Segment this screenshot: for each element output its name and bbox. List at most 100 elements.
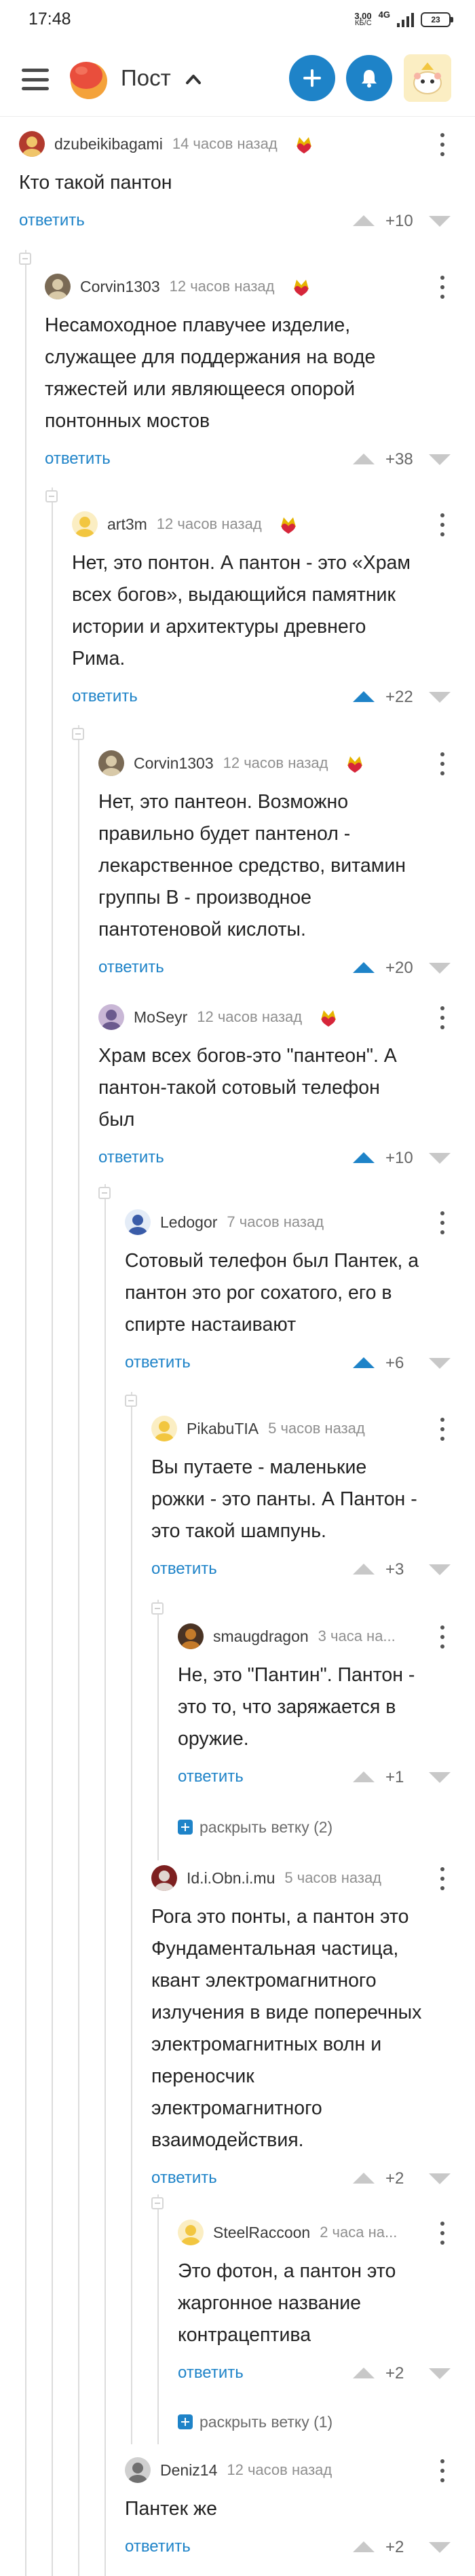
comment-author[interactable]: PikabuTIA (187, 1420, 259, 1438)
downvote-icon[interactable] (428, 2541, 452, 2554)
menu-icon[interactable] (22, 69, 49, 90)
comment-footer: ответить +1 (178, 1763, 453, 1790)
comment-author[interactable]: Corvin1303 (134, 754, 214, 773)
upvote-icon[interactable] (352, 1562, 376, 1576)
comment-author[interactable]: Corvin1303 (80, 278, 160, 296)
more-options-icon[interactable] (440, 2459, 445, 2482)
collapse-thread-button[interactable] (151, 2197, 164, 2209)
more-options-icon[interactable] (440, 1006, 445, 1029)
comment-rating: +10 (385, 212, 413, 230)
reply-link[interactable]: ответить (45, 449, 111, 468)
notifications-button[interactable] (346, 55, 392, 101)
comment-time: 12 часов назад (197, 1008, 303, 1025)
avatar[interactable] (72, 511, 98, 537)
downvote-icon[interactable] (428, 1152, 452, 1165)
comment-text: Нет, это пантеон. Возможно правильно буд… (98, 791, 406, 940)
avatar[interactable] (125, 2457, 151, 2483)
add-post-button[interactable] (289, 55, 335, 101)
collapse-thread-button[interactable] (45, 490, 58, 502)
more-options-icon[interactable] (440, 1625, 445, 1649)
upvote-icon[interactable] (352, 1356, 376, 1369)
downvote-icon[interactable] (428, 2367, 452, 2380)
comment-author[interactable]: dzubeikibagami (54, 135, 163, 153)
more-options-icon[interactable] (440, 752, 445, 775)
comment-author[interactable]: Ledogor (160, 1213, 217, 1232)
avatar[interactable] (98, 1004, 124, 1030)
downvote-icon[interactable] (428, 215, 452, 228)
downvote-icon[interactable] (428, 1563, 452, 1577)
expand-thread-link[interactable]: раскрыть ветку (2) (178, 1817, 332, 1837)
avatar[interactable] (45, 274, 71, 299)
upvote-icon[interactable] (352, 452, 376, 466)
comment-author[interactable]: smaugdragon (213, 1627, 309, 1646)
comment-rating: +3 (385, 1560, 404, 1579)
more-options-icon[interactable] (440, 276, 445, 299)
page-title[interactable]: Пост (121, 65, 171, 91)
app-header: Пост (0, 42, 475, 117)
reply-link[interactable]: ответить (125, 1353, 191, 1372)
status-bar: 17:48 3,00 КБ/С 4G 23 (0, 0, 475, 42)
upvote-icon[interactable] (352, 2171, 376, 2185)
collapse-thread-button[interactable] (19, 253, 31, 265)
reply-link[interactable]: ответить (151, 2169, 217, 2188)
collapse-thread-button[interactable] (98, 1187, 111, 1199)
vote-controls: +10 (352, 1144, 453, 1171)
vote-controls: +3 (352, 1556, 453, 1583)
upvote-icon[interactable] (352, 2540, 376, 2554)
chevron-up-icon[interactable] (185, 71, 202, 86)
award-badge-icon (293, 280, 309, 296)
downvote-icon[interactable] (428, 453, 452, 466)
comment-author[interactable]: Deniz14 (160, 2461, 217, 2480)
more-options-icon[interactable] (440, 1418, 445, 1441)
reply-link[interactable]: ответить (98, 958, 164, 977)
reply-link[interactable]: ответить (72, 687, 138, 706)
more-options-icon[interactable] (440, 513, 445, 536)
upvote-icon[interactable] (352, 214, 376, 227)
avatar[interactable] (178, 1623, 204, 1649)
avatar[interactable] (125, 1209, 151, 1235)
avatar[interactable] (98, 750, 124, 776)
reply-link[interactable]: ответить (98, 1148, 164, 1167)
upvote-icon[interactable] (352, 1770, 376, 1784)
upvote-icon[interactable] (352, 1151, 376, 1164)
upvote-icon[interactable] (352, 961, 376, 974)
comment-footer: ответить +2 (151, 2165, 453, 2192)
more-options-icon[interactable] (440, 133, 445, 156)
comment-rating: +22 (385, 688, 413, 706)
collapse-thread-button[interactable] (151, 1602, 164, 1615)
more-options-icon[interactable] (440, 1211, 445, 1234)
thread-line (131, 1392, 132, 2444)
downvote-icon[interactable] (428, 2172, 452, 2186)
comment-author[interactable]: art3m (107, 515, 147, 534)
collapse-thread-button[interactable] (72, 728, 84, 740)
downvote-icon[interactable] (428, 691, 452, 704)
logo-icon[interactable] (68, 58, 110, 100)
upvote-icon[interactable] (352, 690, 376, 703)
reply-link[interactable]: ответить (178, 1767, 244, 1786)
comment-rating: +2 (385, 2538, 404, 2556)
comment-author[interactable]: Id.i.Obn.i.mu (187, 1869, 275, 1888)
avatar[interactable] (151, 1416, 177, 1441)
avatar[interactable] (178, 2220, 204, 2245)
downvote-icon[interactable] (428, 1771, 452, 1784)
comment-header: SteelRaccoon 2 часа на... (178, 2219, 397, 2246)
downvote-icon[interactable] (428, 961, 452, 975)
award-badge-icon (347, 756, 362, 773)
award-badge-icon (280, 517, 296, 534)
downvote-icon[interactable] (428, 1357, 452, 1370)
user-avatar[interactable] (404, 54, 451, 102)
more-options-icon[interactable] (440, 1867, 445, 1890)
avatar[interactable] (151, 1865, 177, 1891)
reply-link[interactable]: ответить (125, 2537, 191, 2556)
reply-link[interactable]: ответить (178, 2363, 244, 2382)
avatar[interactable] (19, 131, 45, 157)
reply-link[interactable]: ответить (19, 211, 85, 230)
expand-thread-link[interactable]: раскрыть ветку (1) (178, 2412, 332, 2432)
more-options-icon[interactable] (440, 2222, 445, 2245)
reply-link[interactable]: ответить (151, 1560, 217, 1579)
comment-author[interactable]: MoSeyr (134, 1008, 187, 1027)
comment-author[interactable]: SteelRaccoon (213, 2224, 310, 2242)
upvote-icon[interactable] (352, 2366, 376, 2380)
collapse-thread-button[interactable] (125, 1395, 137, 1407)
expand-thread-label: раскрыть ветку (2) (200, 1818, 333, 1836)
